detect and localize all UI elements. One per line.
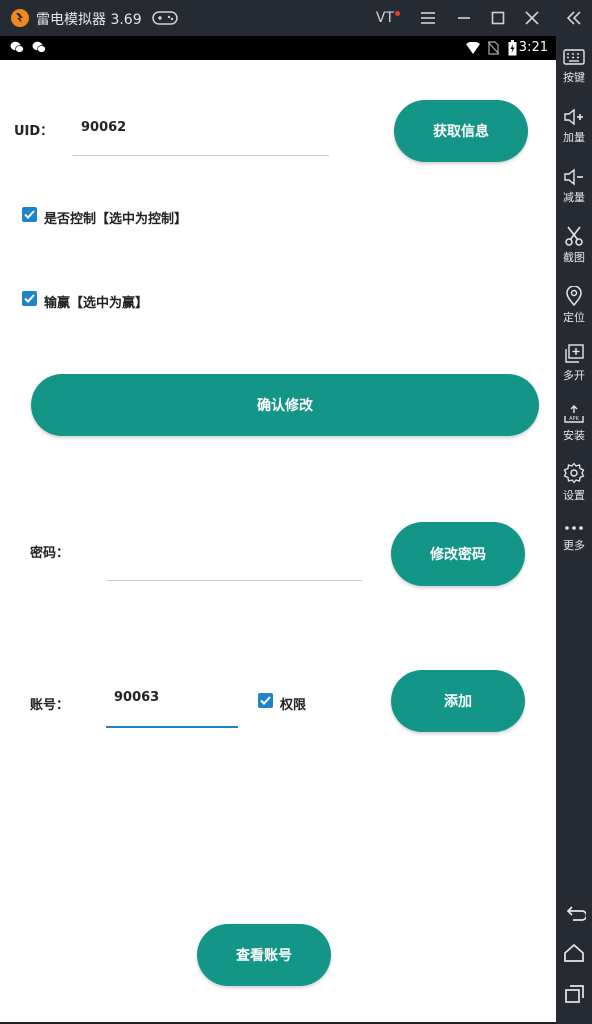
wechat-notification-icon [32, 41, 46, 53]
emulator-sidebar: 按键 加量 减量 截图 定位 多开 APK 安装 设置 更多 [556, 36, 592, 1024]
account-input-underline [106, 726, 238, 728]
checkmark-icon [24, 294, 35, 303]
password-label: 密码： [30, 546, 70, 561]
permission-checkbox[interactable] [258, 693, 273, 708]
account-input[interactable]: 90063 [114, 690, 159, 705]
sidebar-item-label: 定位 [563, 311, 585, 324]
hamburger-icon [421, 12, 435, 24]
sidebar-item-label: 截图 [563, 251, 585, 264]
sidebar-item-label: 设置 [563, 489, 585, 502]
permission-checkbox-label: 权限 [280, 698, 307, 713]
gear-icon [563, 462, 585, 484]
sidebar-item-install-apk[interactable]: APK 安装 [556, 398, 592, 454]
multi-open-icon [565, 344, 584, 363]
no-sim-icon [487, 41, 499, 55]
control-checkbox-label: 是否控制【选中为控制】 [44, 212, 188, 227]
sidebar-item-label: 安装 [563, 429, 585, 442]
sidebar-item-volume-down[interactable]: 减量 [556, 162, 592, 218]
sidebar-item-label: 多开 [563, 369, 585, 382]
sidebar-item-keymap[interactable]: 按键 [556, 42, 592, 98]
wifi-icon [466, 42, 480, 54]
get-info-button[interactable]: 获取信息 [394, 100, 528, 162]
sidebar-item-volume-up[interactable]: 加量 [556, 102, 592, 158]
wechat-notification-icon [10, 41, 24, 53]
app-screen: UID： 90062 获取信息 是否控制【选中为控制】 输赢【选中为赢】 确认修… [0, 60, 556, 1022]
add-button[interactable]: 添加 [391, 670, 525, 732]
android-status-bar: 3:21 [0, 36, 556, 60]
volume-up-icon [564, 108, 583, 126]
menu-button[interactable] [416, 6, 440, 30]
sidebar-item-label: 减量 [563, 191, 585, 204]
password-input-underline [106, 580, 362, 581]
win-checkbox-label: 输赢【选中为赢】 [44, 296, 149, 311]
gamepad-icon[interactable] [152, 10, 178, 26]
collapse-sidebar-button[interactable] [562, 6, 586, 30]
home-icon[interactable] [562, 942, 586, 966]
close-icon [525, 11, 539, 25]
volume-down-icon [564, 168, 583, 186]
checkmark-icon [24, 210, 35, 219]
minimize-icon [458, 17, 470, 19]
account-label: 账号： [30, 698, 70, 713]
window-title: 雷电模拟器 3.69 [36, 12, 142, 28]
checkmark-icon [260, 696, 271, 705]
confirm-modify-button[interactable]: 确认修改 [31, 374, 539, 436]
uid-input[interactable]: 90062 [81, 120, 126, 135]
minimize-button[interactable] [452, 6, 476, 30]
back-icon[interactable] [562, 902, 586, 926]
sidebar-item-label: 加量 [563, 131, 585, 144]
vt-label: VT [375, 10, 395, 26]
ldplayer-logo-icon [11, 9, 29, 27]
vt-indicator[interactable]: VT [374, 6, 402, 30]
sidebar-item-location[interactable]: 定位 [556, 280, 592, 336]
uid-label: UID： [14, 124, 54, 139]
maximize-button[interactable] [486, 6, 510, 30]
svg-text:APK: APK [569, 416, 579, 422]
sidebar-item-label: 按键 [563, 71, 585, 84]
double-chevron-left-icon [566, 11, 581, 25]
uid-input-underline [73, 155, 329, 156]
status-time: 3:21 [518, 40, 548, 55]
sidebar-item-label: 更多 [563, 539, 585, 552]
sidebar-item-screenshot[interactable]: 截图 [556, 220, 592, 276]
location-icon [566, 286, 582, 306]
view-accounts-button[interactable]: 查看账号 [197, 924, 331, 986]
recent-apps-icon[interactable] [562, 982, 586, 1006]
maximize-icon [491, 11, 505, 25]
sidebar-item-more[interactable]: 更多 [556, 514, 592, 570]
vt-status-dot [395, 10, 401, 16]
battery-charging-icon [508, 40, 517, 56]
sidebar-item-multi-open[interactable]: 多开 [556, 338, 592, 394]
emulator-title-bar: 雷电模拟器 3.69 VT [0, 0, 592, 36]
win-checkbox[interactable] [22, 291, 37, 306]
control-checkbox[interactable] [22, 207, 37, 222]
change-password-button[interactable]: 修改密码 [391, 522, 525, 586]
sidebar-item-settings[interactable]: 设置 [556, 456, 592, 512]
more-icon [565, 526, 583, 530]
close-button[interactable] [520, 6, 544, 30]
keyboard-icon [563, 49, 585, 65]
apk-install-icon: APK [564, 405, 584, 423]
scissors-icon [565, 226, 583, 246]
